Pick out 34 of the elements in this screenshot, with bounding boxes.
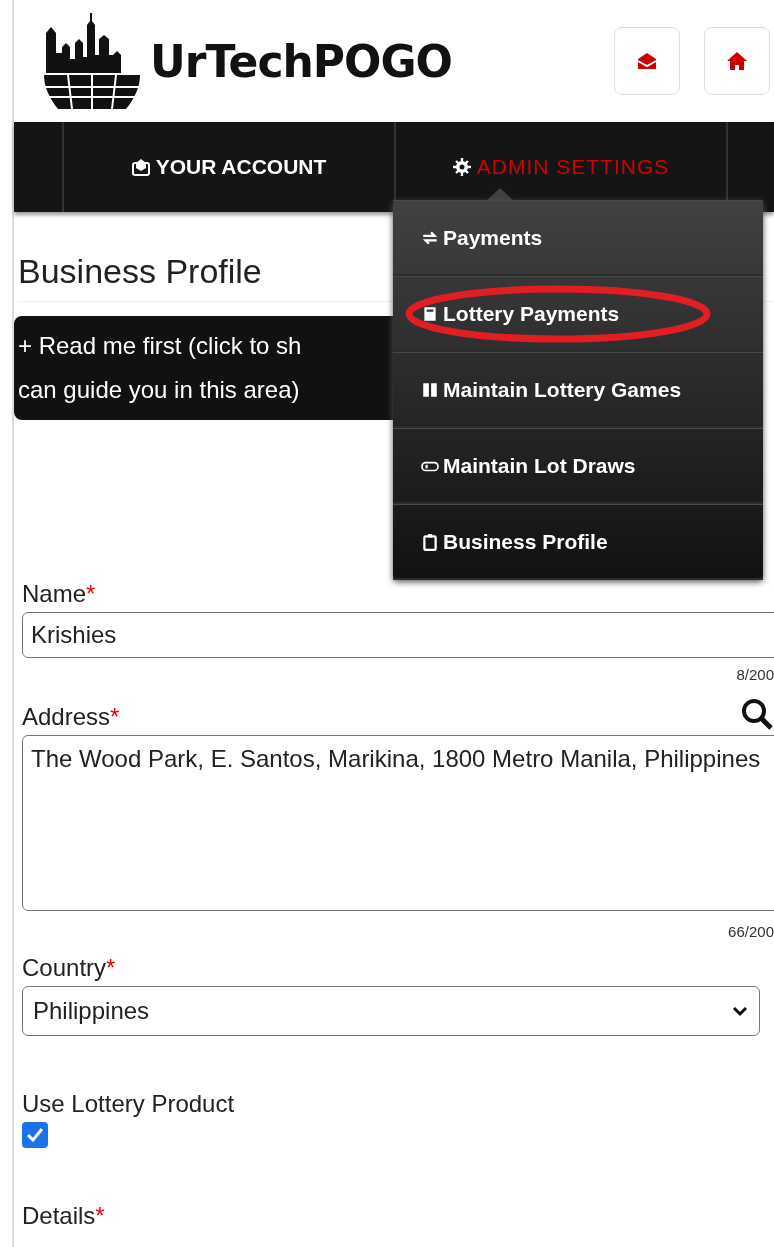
skyline-globe-icon [42, 13, 142, 109]
menu-item[interactable]: Lottery Payments [393, 276, 763, 352]
chevron-down-icon [731, 1005, 749, 1017]
required-mark: * [106, 954, 116, 982]
checkmark-icon [25, 1125, 45, 1145]
inbox-button[interactable] [614, 27, 680, 95]
field-label: Address [22, 703, 111, 731]
envelope-icon [131, 158, 150, 176]
field-label: Name [22, 580, 87, 608]
logo-text: UrTechPOGO [150, 35, 453, 87]
char-counter: 66/200 [728, 923, 774, 940]
clipboard-icon [421, 532, 439, 551]
menu-item[interactable]: Maintain Lot Draws [393, 428, 763, 504]
home-icon [726, 51, 748, 71]
menu-item[interactable]: Business Profile [393, 504, 763, 580]
country-select[interactable]: Philippines [22, 986, 760, 1036]
home-button[interactable] [704, 27, 770, 95]
name-field[interactable]: Krishies [22, 612, 774, 658]
gear-icon [452, 158, 471, 176]
field-label: Use Lottery Product [22, 1090, 235, 1118]
menu-item[interactable]: Maintain Lottery Games [393, 352, 763, 428]
search-icon[interactable] [740, 697, 774, 731]
field-label: Details [22, 1202, 96, 1230]
char-counter: 8/200 [736, 666, 774, 683]
address-field[interactable]: The Wood Park, E. Santos, Marikina, 1800 Metro Manila, Philippines [22, 735, 774, 911]
envelope-icon [636, 51, 658, 71]
menu-item[interactable]: Payments [393, 200, 763, 276]
field-label: Country [22, 954, 107, 982]
calculator-icon [421, 304, 439, 323]
required-mark: * [110, 703, 120, 731]
required-mark: * [86, 580, 96, 608]
checkbox[interactable] [22, 1122, 48, 1148]
book-icon [421, 380, 439, 399]
required-mark: * [95, 1202, 105, 1230]
